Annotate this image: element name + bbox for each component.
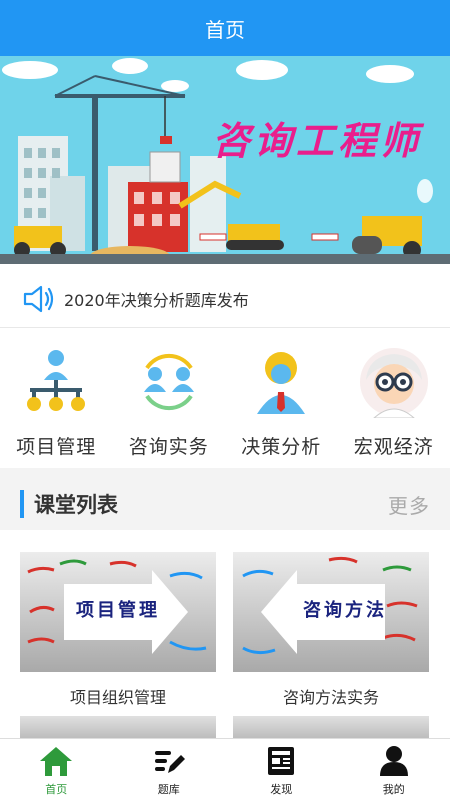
bottom-tab-bar: 首页 题库 发现 我的 [0, 738, 450, 800]
course-card-partial[interactable] [233, 716, 429, 738]
section-header: 课堂列表 更多 [0, 478, 450, 530]
course-thumbnail: 项目管理 [20, 552, 216, 672]
category-label: 决策分析 [241, 436, 322, 458]
course-title: 项目组织管理 [69, 688, 166, 707]
course-title: 咨询方法实务 [282, 688, 379, 707]
home-icon [40, 747, 73, 776]
speaker-icon [23, 285, 54, 312]
tab-discover[interactable]: 发现 [225, 739, 338, 800]
category-decision-analysis[interactable]: 决策分析 [225, 338, 338, 466]
category-macro-economy[interactable]: 宏观经济 [338, 338, 450, 466]
category-project-management[interactable]: 项目管理 [0, 338, 113, 466]
course-thumbnail-label: 项目管理 [76, 600, 160, 621]
tab-label: 我的 [382, 783, 405, 796]
manager-icon [257, 352, 306, 414]
tab-profile[interactable]: 我的 [338, 739, 450, 800]
course-thumbnail: 咨询方法 [233, 552, 429, 672]
tab-label: 题库 [157, 783, 180, 796]
category-label: 项目管理 [16, 436, 97, 458]
app-header: 首页 [0, 0, 450, 56]
people-exchange-icon [143, 353, 194, 411]
more-link[interactable]: 更多 [388, 490, 430, 519]
news-icon [268, 747, 295, 775]
category-grid: 项目管理 咨询实务 决策分析 宏观经济 [0, 338, 450, 466]
tab-question-bank[interactable]: 题库 [113, 739, 226, 800]
section-divider [0, 468, 450, 478]
category-label: 咨询实务 [128, 436, 209, 458]
user-icon [379, 746, 408, 776]
edit-list-icon [154, 751, 185, 773]
course-list: 项目管理 项目组织管理 咨询方法 咨询方法实务 [0, 538, 450, 738]
tab-home[interactable]: 首页 [0, 739, 113, 800]
hero-banner[interactable]: 咨询工程师 [0, 56, 450, 264]
org-chart-icon [27, 350, 86, 411]
banner-title: 咨询工程师 [212, 118, 423, 163]
category-consulting-practice[interactable]: 咨询实务 [113, 338, 226, 466]
course-card[interactable]: 项目管理 项目组织管理 [20, 552, 216, 708]
notice-text: 2020年决策分析题库发布 [64, 290, 249, 310]
course-thumbnail-label: 咨询方法 [303, 600, 387, 621]
category-label: 宏观经济 [353, 436, 434, 458]
page-title: 首页 [205, 17, 245, 42]
section-accent-bar [20, 490, 24, 518]
course-card-partial[interactable] [20, 716, 216, 738]
notice-bar[interactable]: 2020年决策分析题库发布 [0, 270, 450, 328]
scientist-icon [359, 348, 428, 418]
section-title: 课堂列表 [34, 493, 118, 517]
tab-label: 发现 [270, 783, 293, 796]
tab-label: 首页 [45, 783, 68, 796]
course-card[interactable]: 咨询方法 咨询方法实务 [233, 552, 429, 708]
